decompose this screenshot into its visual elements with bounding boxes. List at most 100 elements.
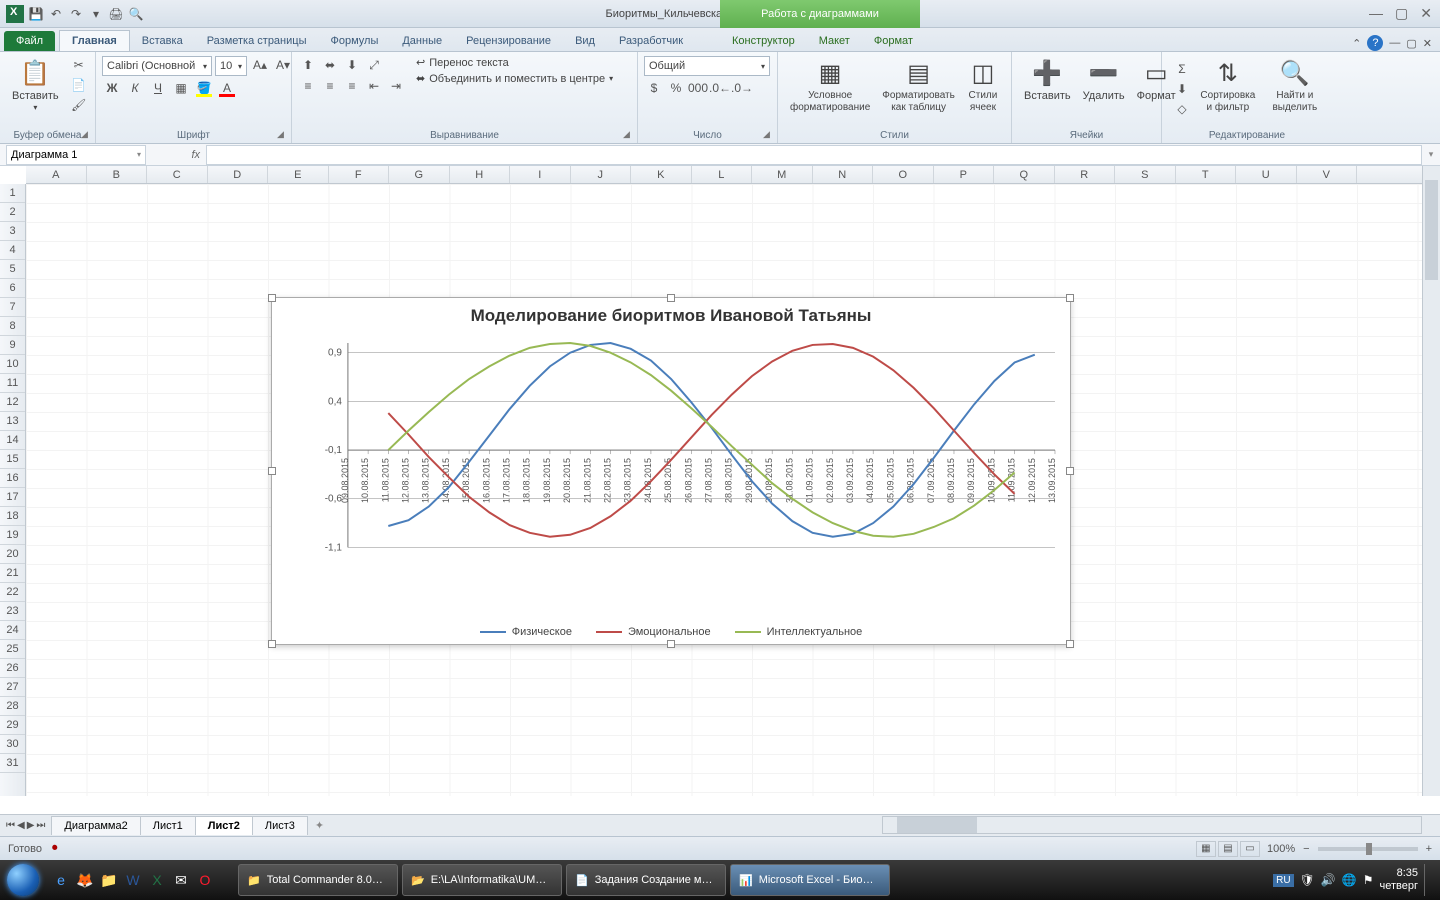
cells-area[interactable]: Моделирование биоритмов Ивановой Татьяны… bbox=[26, 184, 1422, 796]
name-box[interactable]: Диаграмма 1▾ bbox=[6, 145, 146, 165]
undo-icon[interactable]: ↶ bbox=[48, 6, 64, 22]
tray-icon[interactable]: 🌐 bbox=[1342, 873, 1357, 887]
row-header[interactable]: 5 bbox=[0, 260, 25, 279]
row-header[interactable]: 16 bbox=[0, 469, 25, 488]
column-header[interactable]: N bbox=[813, 166, 874, 183]
column-header[interactable]: L bbox=[692, 166, 753, 183]
comma-icon[interactable]: 000 bbox=[688, 79, 708, 97]
sheet-tab[interactable]: Лист2 bbox=[195, 816, 253, 835]
fx-icon[interactable]: fx bbox=[191, 149, 200, 161]
row-header[interactable]: 1 bbox=[0, 184, 25, 203]
column-header[interactable]: R bbox=[1055, 166, 1116, 183]
resize-handle[interactable] bbox=[667, 294, 675, 302]
clear-icon[interactable]: ◇ bbox=[1172, 100, 1192, 118]
column-header[interactable]: G bbox=[389, 166, 450, 183]
tab-chart-design[interactable]: Конструктор bbox=[720, 31, 807, 51]
tab-home[interactable]: Главная bbox=[59, 30, 130, 51]
grow-font-icon[interactable]: A▴ bbox=[250, 56, 270, 74]
align-bottom-icon[interactable]: ⬇ bbox=[342, 56, 362, 74]
column-header[interactable]: D bbox=[208, 166, 269, 183]
align-middle-icon[interactable]: ⬌ bbox=[320, 56, 340, 74]
scroll-thumb[interactable] bbox=[897, 817, 977, 833]
fill-icon[interactable]: ⬇ bbox=[1172, 80, 1192, 98]
macro-record-icon[interactable]: ⏺ bbox=[52, 842, 58, 855]
expand-formula-icon[interactable]: ▾ bbox=[1422, 149, 1440, 160]
row-header[interactable]: 9 bbox=[0, 336, 25, 355]
row-header[interactable]: 18 bbox=[0, 507, 25, 526]
tab-data[interactable]: Данные bbox=[390, 31, 454, 51]
show-desktop-button[interactable] bbox=[1424, 864, 1434, 896]
row-header[interactable]: 12 bbox=[0, 393, 25, 412]
dialog-launcher-icon[interactable]: ◢ bbox=[81, 129, 93, 141]
zoom-in-icon[interactable]: + bbox=[1426, 843, 1432, 855]
conditional-format-button[interactable]: ▦Условное форматирование bbox=[784, 56, 876, 116]
redo-icon[interactable]: ↷ bbox=[68, 6, 84, 22]
taskbar-item[interactable]: 📊Microsoft Excel - Био… bbox=[730, 864, 890, 896]
dec-decimal-icon[interactable]: .0→ bbox=[732, 79, 752, 97]
orientation-icon[interactable]: ⤢ bbox=[364, 56, 384, 74]
format-painter-icon[interactable]: 🖌 bbox=[69, 96, 89, 114]
tab-page-layout[interactable]: Разметка страницы bbox=[195, 31, 319, 51]
resize-handle[interactable] bbox=[268, 294, 276, 302]
inc-decimal-icon[interactable]: .0← bbox=[710, 79, 730, 97]
row-header[interactable]: 25 bbox=[0, 640, 25, 659]
sort-filter-button[interactable]: ⇅Сортировка и фильтр bbox=[1192, 56, 1264, 116]
align-left-icon[interactable]: ≡ bbox=[298, 77, 318, 95]
row-header[interactable]: 17 bbox=[0, 488, 25, 507]
sheet-nav-prev-icon[interactable]: ◀ bbox=[17, 820, 25, 831]
zoom-slider[interactable] bbox=[1318, 847, 1418, 851]
resize-handle[interactable] bbox=[1066, 467, 1074, 475]
column-header[interactable]: E bbox=[268, 166, 329, 183]
horizontal-scrollbar[interactable] bbox=[882, 816, 1422, 834]
row-header[interactable]: 23 bbox=[0, 602, 25, 621]
cell-styles-button[interactable]: ◫Стили ячеек bbox=[961, 56, 1005, 116]
sheet-tab[interactable]: Лист3 bbox=[252, 816, 308, 835]
row-header[interactable]: 21 bbox=[0, 564, 25, 583]
row-header[interactable]: 3 bbox=[0, 222, 25, 241]
shrink-font-icon[interactable]: A▾ bbox=[273, 56, 293, 74]
tab-formulas[interactable]: Формулы bbox=[318, 31, 390, 51]
row-headers[interactable]: 1234567891011121314151617181920212223242… bbox=[0, 184, 26, 796]
close-icon[interactable]: ✕ bbox=[1420, 5, 1432, 22]
tab-insert[interactable]: Вставка bbox=[130, 31, 195, 51]
row-header[interactable]: 4 bbox=[0, 241, 25, 260]
taskbar-item[interactable]: 📂E:\LA\Informatika\UM… bbox=[402, 864, 562, 896]
row-header[interactable]: 19 bbox=[0, 526, 25, 545]
align-center-icon[interactable]: ≡ bbox=[320, 77, 340, 95]
zoom-thumb[interactable] bbox=[1366, 843, 1372, 855]
tab-view[interactable]: Вид bbox=[563, 31, 607, 51]
column-header[interactable]: A bbox=[26, 166, 87, 183]
resize-handle[interactable] bbox=[667, 640, 675, 648]
column-header[interactable]: T bbox=[1176, 166, 1237, 183]
save-icon[interactable]: 💾 bbox=[28, 6, 44, 22]
column-header[interactable]: P bbox=[934, 166, 995, 183]
number-format-combo[interactable]: Общий▾ bbox=[644, 56, 770, 76]
row-header[interactable]: 31 bbox=[0, 754, 25, 773]
zoom-out-icon[interactable]: − bbox=[1303, 843, 1309, 855]
chart-plot-area[interactable]: -1,1-0,6-0,10,40,909.08.201510.08.201511… bbox=[312, 338, 1060, 605]
page-break-icon[interactable]: ▭ bbox=[1240, 841, 1260, 857]
column-headers[interactable]: ABCDEFGHIJKLMNOPQRSTUV bbox=[26, 166, 1422, 184]
column-header[interactable]: S bbox=[1115, 166, 1176, 183]
column-header[interactable]: K bbox=[631, 166, 692, 183]
mdi-close-icon[interactable]: ✕ bbox=[1423, 37, 1432, 50]
sheet-tab[interactable]: Лист1 bbox=[140, 816, 196, 835]
row-header[interactable]: 8 bbox=[0, 317, 25, 336]
percent-icon[interactable]: % bbox=[666, 79, 686, 97]
minimize-icon[interactable]: — bbox=[1369, 5, 1383, 22]
align-top-icon[interactable]: ⬆ bbox=[298, 56, 318, 74]
tray-icon[interactable]: 🔊 bbox=[1321, 873, 1336, 887]
dialog-launcher-icon[interactable]: ◢ bbox=[623, 129, 635, 141]
border-icon[interactable]: ▦ bbox=[171, 79, 191, 97]
formula-input[interactable] bbox=[206, 145, 1422, 165]
indent-inc-icon[interactable]: ⇥ bbox=[386, 77, 406, 95]
pin-word-icon[interactable]: W bbox=[122, 866, 144, 894]
column-header[interactable]: Q bbox=[994, 166, 1055, 183]
vertical-scrollbar[interactable] bbox=[1422, 166, 1440, 796]
chart-title[interactable]: Моделирование биоритмов Ивановой Татьяны bbox=[272, 298, 1070, 330]
pin-firefox-icon[interactable]: 🦊 bbox=[74, 866, 96, 894]
mdi-restore-icon[interactable]: ▢ bbox=[1406, 37, 1416, 50]
row-header[interactable]: 26 bbox=[0, 659, 25, 678]
tab-developer[interactable]: Разработчик bbox=[607, 31, 695, 51]
row-header[interactable]: 7 bbox=[0, 298, 25, 317]
